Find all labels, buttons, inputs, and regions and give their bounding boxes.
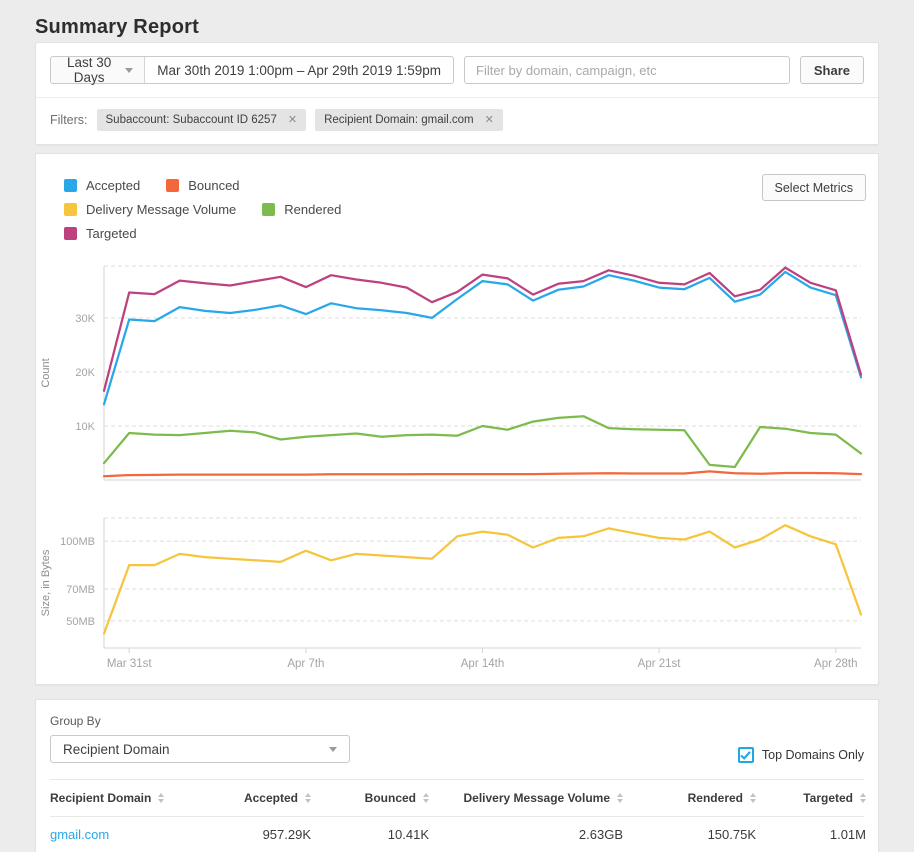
bounced-value: 10.41K	[311, 827, 429, 842]
svg-text:70MB: 70MB	[66, 584, 95, 596]
legend-item-delivery-message-volume[interactable]: Delivery Message Volume	[64, 202, 236, 217]
recipient-domain-link[interactable]: gmail.com	[50, 827, 200, 842]
table-header-row: Recipient Domain Accepted Bounced Delive…	[50, 779, 864, 817]
column-header-delivery-message-volume[interactable]: Delivery Message Volume	[429, 791, 623, 805]
chart-legend: Accepted Bounced Delivery Message Volume…	[64, 178, 404, 241]
svg-text:100MB: 100MB	[60, 536, 95, 548]
group-by-select[interactable]: Recipient Domain	[50, 735, 350, 763]
legend-label: Rendered	[284, 202, 341, 217]
remove-filter-icon[interactable]: ✕	[485, 115, 494, 126]
chevron-down-icon	[329, 747, 337, 752]
filter-tag-recipient-domain: Recipient Domain: gmail.com ✕	[315, 109, 503, 131]
legend-label: Targeted	[86, 226, 137, 241]
column-label: Accepted	[244, 791, 298, 805]
svg-text:50MB: 50MB	[66, 616, 95, 628]
size-line-chart: 100MB 70MB 50MB Mar 31st Apr 7th Apr 14th Apr …	[36, 506, 880, 681]
rendered-value: 150.75K	[623, 827, 756, 842]
svg-text:20K: 20K	[75, 367, 95, 379]
legend-swatch	[166, 179, 179, 192]
sort-icon	[860, 793, 866, 803]
share-button[interactable]: Share	[800, 56, 864, 84]
svg-text:Apr 14th: Apr 14th	[461, 658, 504, 670]
sort-icon	[158, 793, 164, 803]
column-header-targeted[interactable]: Targeted	[756, 791, 866, 805]
column-header-bounced[interactable]: Bounced	[311, 791, 429, 805]
svg-text:Apr 28th: Apr 28th	[814, 658, 857, 670]
accepted-value: 957.29K	[200, 827, 311, 842]
group-by-value: Recipient Domain	[63, 742, 170, 757]
filter-tag-label: Recipient Domain: gmail.com	[324, 114, 474, 126]
count-line-chart: 30K 20K 10K Count	[36, 254, 880, 494]
filter-bar-row: Last 30 Days Mar 30th 2019 1:00pm – Apr …	[36, 43, 878, 97]
svg-text:Mar 31st: Mar 31st	[107, 658, 153, 670]
column-header-rendered[interactable]: Rendered	[623, 791, 756, 805]
svg-text:Apr 21st: Apr 21st	[638, 658, 682, 670]
delivery-message-volume-value: 2.63GB	[429, 827, 623, 842]
svg-text:10K: 10K	[75, 421, 95, 433]
legend-item-rendered[interactable]: Rendered	[262, 202, 341, 217]
filter-bar-card: Last 30 Days Mar 30th 2019 1:00pm – Apr …	[35, 42, 879, 145]
legend-item-targeted[interactable]: Targeted	[64, 226, 137, 241]
top-domains-checkbox[interactable]	[738, 747, 754, 763]
targeted-value: 1.01M	[756, 827, 866, 842]
date-preset-dropdown[interactable]: Last 30 Days	[51, 57, 145, 83]
filter-tag-subaccount: Subaccount: Subaccount ID 6257 ✕	[97, 109, 307, 131]
column-header-recipient-domain[interactable]: Recipient Domain	[50, 791, 200, 805]
date-range-value[interactable]: Mar 30th 2019 1:00pm – Apr 29th 2019 1:5…	[145, 57, 453, 83]
svg-text:Apr 7th: Apr 7th	[287, 658, 324, 670]
remove-filter-icon[interactable]: ✕	[288, 115, 297, 126]
date-preset-label: Last 30 Days	[62, 55, 116, 85]
filter-tag-label: Subaccount: Subaccount ID 6257	[106, 114, 277, 126]
legend-swatch	[64, 203, 77, 216]
top-domains-label: Top Domains Only	[762, 748, 864, 762]
svg-text:30K: 30K	[75, 313, 95, 325]
filter-search-input[interactable]	[464, 56, 790, 84]
legend-swatch	[262, 203, 275, 216]
date-range-control: Last 30 Days Mar 30th 2019 1:00pm – Apr …	[50, 56, 454, 84]
legend-label: Delivery Message Volume	[86, 202, 236, 217]
legend-item-bounced[interactable]: Bounced	[166, 178, 239, 193]
legend-swatch	[64, 227, 77, 240]
column-header-accepted[interactable]: Accepted	[200, 791, 311, 805]
page-title: Summary Report	[0, 0, 914, 42]
table-card: Group By Recipient Domain Top Domains On…	[35, 699, 879, 852]
legend-item-accepted[interactable]: Accepted	[64, 178, 140, 193]
legend-label: Accepted	[86, 178, 140, 193]
checkmark-icon	[740, 751, 751, 760]
column-label: Delivery Message Volume	[463, 791, 610, 805]
column-label: Recipient Domain	[50, 791, 151, 805]
column-label: Rendered	[688, 791, 743, 805]
legend-label: Bounced	[188, 178, 239, 193]
chevron-down-icon	[125, 68, 133, 73]
column-label: Bounced	[365, 791, 416, 805]
group-by-label: Group By	[50, 714, 864, 728]
summary-report-page: Summary Report Last 30 Days Mar 30th 201…	[0, 0, 914, 852]
column-label: Targeted	[803, 791, 853, 805]
svg-text:Size, in Bytes: Size, in Bytes	[40, 549, 52, 616]
legend-swatch	[64, 179, 77, 192]
svg-text:Count: Count	[40, 358, 52, 387]
select-metrics-button[interactable]: Select Metrics	[762, 174, 867, 201]
table-row: gmail.com 957.29K 10.41K 2.63GB 150.75K …	[50, 817, 864, 842]
active-filters-row: Filters: Subaccount: Subaccount ID 6257 …	[36, 98, 878, 144]
chart-card: Accepted Bounced Delivery Message Volume…	[35, 153, 879, 685]
filters-label: Filters:	[50, 113, 88, 127]
top-domains-only-toggle[interactable]: Top Domains Only	[738, 747, 864, 763]
